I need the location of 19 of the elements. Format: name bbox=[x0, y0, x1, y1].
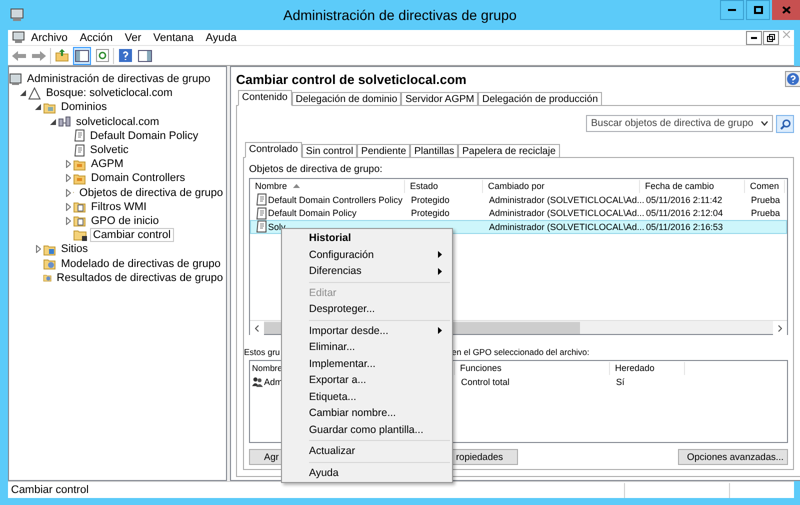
table-cell: Protegido bbox=[411, 208, 450, 218]
status-text: Cambiar control bbox=[11, 484, 89, 496]
table-cell: Protegido bbox=[411, 194, 450, 205]
window-title: Administración de directivas de grupo bbox=[282, 7, 518, 23]
table-cell: Prueba bbox=[751, 194, 780, 205]
table-cell: Prueba bbox=[751, 208, 780, 218]
table-cell: Control total bbox=[461, 376, 510, 387]
pane-title: Cambiar control de solveticlocal.com bbox=[236, 72, 468, 86]
table-cell: 05/11/2016 2:11:42 bbox=[646, 194, 722, 205]
table-cell: Sí bbox=[616, 376, 625, 387]
table-cell: Default Domain Controllers Policy bbox=[268, 194, 403, 205]
table-cell: Administrador (SOLVETICLOCAL\Ad... bbox=[489, 222, 644, 232]
table-cell: Administrador (SOLVETICLOCAL\Ad... bbox=[489, 194, 644, 205]
list-caption: Objetos de directiva de grupo: bbox=[249, 164, 384, 176]
caption-text: Estos gru bbox=[244, 347, 280, 357]
table-cell: Default Domain Policy bbox=[268, 208, 357, 218]
table-cell: Administrador (SOLVETICLOCAL\Ad... bbox=[489, 208, 644, 218]
table-cell: 05/11/2016 2:16:53 bbox=[646, 222, 723, 232]
table-cell: 05/11/2016 2:12:04 bbox=[646, 208, 723, 218]
